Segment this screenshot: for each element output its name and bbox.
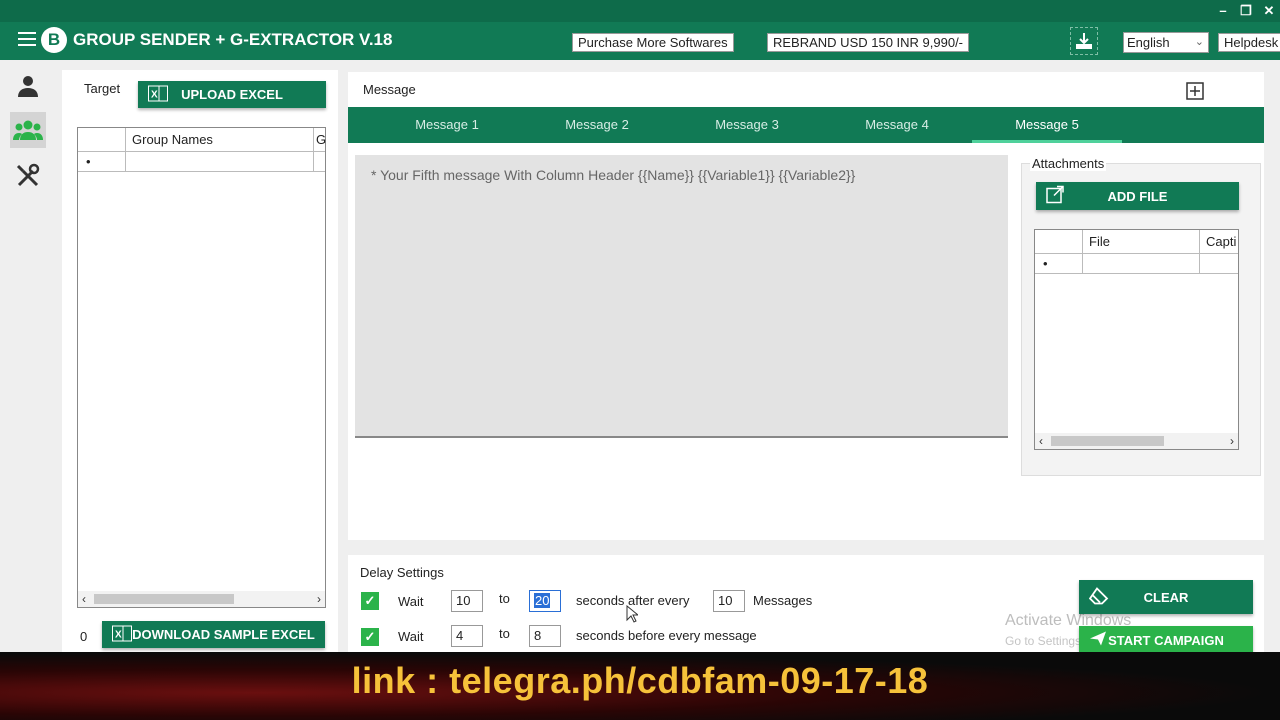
horizontal-scrollbar[interactable]: ‹ › bbox=[1035, 433, 1238, 449]
table-row[interactable]: • bbox=[78, 152, 325, 172]
scroll-right-icon[interactable]: › bbox=[317, 592, 321, 606]
svg-text:X: X bbox=[115, 629, 122, 640]
app-logo: B bbox=[41, 27, 67, 53]
rebrand-button[interactable]: REBRAND USD 150 INR 9,990/- bbox=[767, 33, 970, 52]
tab-message-3[interactable]: Message 3 bbox=[672, 107, 822, 143]
app-title: GROUP SENDER + G-EXTRACTOR V.18 bbox=[73, 30, 393, 49]
download-sample-label: DOWNLOAD SAMPLE EXCEL bbox=[132, 627, 315, 642]
column-header-file[interactable]: File bbox=[1083, 230, 1200, 253]
tab-message-5[interactable]: Message 5 bbox=[972, 107, 1122, 143]
messages-label: Messages bbox=[753, 593, 813, 608]
clear-button[interactable]: CLEAR bbox=[1079, 580, 1253, 614]
external-link-icon bbox=[1046, 185, 1064, 207]
selected-value: 20 bbox=[534, 593, 551, 608]
start-campaign-button[interactable]: START CAMPAIGN bbox=[1079, 626, 1253, 652]
menu-icon[interactable] bbox=[18, 32, 36, 46]
wait-label: Wait bbox=[398, 629, 424, 644]
to-label: to bbox=[499, 626, 510, 641]
eraser-icon bbox=[1088, 587, 1109, 608]
new-row-marker: • bbox=[1035, 254, 1083, 273]
add-file-label: ADD FILE bbox=[1107, 188, 1168, 204]
target-label: Target bbox=[84, 81, 121, 96]
scroll-thumb[interactable] bbox=[1051, 436, 1164, 446]
target-panel: Target X UPLOAD EXCEL Group Names G • ‹ … bbox=[62, 70, 338, 652]
scroll-left-icon[interactable]: ‹ bbox=[82, 592, 86, 606]
sidebar bbox=[0, 60, 56, 650]
language-value: English bbox=[1127, 35, 1170, 50]
add-file-button[interactable]: ADD FILE bbox=[1036, 182, 1239, 210]
clear-label: CLEAR bbox=[1143, 589, 1189, 605]
close-button[interactable]: ✕ bbox=[1260, 3, 1278, 19]
message-textarea[interactable]: * Your Fifth message With Column Header … bbox=[355, 155, 1008, 438]
new-row-marker: • bbox=[78, 152, 126, 171]
delay-row1-checkbox[interactable]: ✓ bbox=[361, 592, 379, 610]
upload-excel-button[interactable]: X UPLOAD EXCEL bbox=[138, 81, 326, 108]
download-tray-icon[interactable] bbox=[1070, 27, 1098, 55]
language-select[interactable]: English ⌄ bbox=[1123, 32, 1209, 53]
banner-link-text[interactable]: link : telegra.ph/cdbfam-09-17-18 bbox=[0, 660, 1280, 702]
delay-row1-to-input[interactable]: 20 bbox=[529, 590, 561, 612]
to-label: to bbox=[499, 591, 510, 606]
start-campaign-label: START CAMPAIGN bbox=[1108, 633, 1224, 648]
purchase-more-button[interactable]: Purchase More Softwares bbox=[572, 33, 734, 52]
delay-row2-to-input[interactable]: 8 bbox=[529, 625, 561, 647]
excel-icon: X bbox=[148, 85, 168, 104]
message-tabs: Message 1 Message 2 Message 3 Message 4 … bbox=[348, 107, 1264, 143]
tab-message-2[interactable]: Message 2 bbox=[522, 107, 672, 143]
helpdesk-button[interactable]: Helpdesk bbox=[1218, 33, 1280, 52]
mouse-cursor-icon bbox=[626, 604, 640, 626]
tab-message-4[interactable]: Message 4 bbox=[822, 107, 972, 143]
group-names-table[interactable]: Group Names G • ‹ › bbox=[77, 127, 326, 608]
table-header: File Capti bbox=[1035, 230, 1238, 254]
attachments-table[interactable]: File Capti • ‹ › bbox=[1034, 229, 1239, 450]
upload-excel-label: UPLOAD EXCEL bbox=[181, 87, 283, 102]
scroll-left-icon[interactable]: ‹ bbox=[1039, 434, 1043, 448]
group-icon[interactable] bbox=[10, 112, 46, 148]
delay-row2-checkbox[interactable]: ✓ bbox=[361, 628, 379, 646]
delay-row2-from-input[interactable]: 4 bbox=[451, 625, 483, 647]
message-label: Message bbox=[363, 82, 416, 97]
attachments-label: Attachments bbox=[1030, 156, 1107, 171]
delay-row1-from-input[interactable]: 10 bbox=[451, 590, 483, 612]
minimize-button[interactable]: – bbox=[1214, 3, 1232, 18]
activate-windows-subtext: Go to Settings bbox=[1005, 634, 1082, 648]
horizontal-scrollbar[interactable]: ‹ › bbox=[78, 591, 325, 607]
column-header-group-names[interactable]: Group Names bbox=[126, 128, 314, 151]
target-count: 0 bbox=[80, 629, 88, 644]
tab-message-1[interactable]: Message 1 bbox=[372, 107, 522, 143]
table-header: Group Names G bbox=[78, 128, 326, 152]
scroll-thumb[interactable] bbox=[94, 594, 234, 604]
svg-text:X: X bbox=[151, 89, 158, 100]
restore-button[interactable]: ❐ bbox=[1237, 3, 1255, 19]
wait-label: Wait bbox=[398, 594, 424, 609]
window-titlebar: – ❐ ✕ bbox=[0, 0, 1280, 22]
add-message-icon[interactable] bbox=[1186, 82, 1204, 103]
scroll-right-icon[interactable]: › bbox=[1230, 434, 1234, 448]
column-header-caption[interactable]: Capti bbox=[1200, 230, 1238, 253]
app-header: B GROUP SENDER + G-EXTRACTOR V.18 Purcha… bbox=[0, 22, 1280, 60]
delay-settings-label: Delay Settings bbox=[360, 565, 444, 580]
send-icon bbox=[1089, 631, 1107, 650]
column-header-cut[interactable]: G bbox=[314, 128, 326, 151]
seconds-before-every-message-label: seconds before every message bbox=[576, 628, 757, 643]
chevron-down-icon: ⌄ bbox=[1194, 36, 1204, 48]
link-banner: link : telegra.ph/cdbfam-09-17-18 bbox=[0, 652, 1280, 720]
user-icon[interactable] bbox=[10, 68, 46, 104]
delay-row1-count-input[interactable]: 10 bbox=[713, 590, 745, 612]
table-row[interactable]: • bbox=[1035, 254, 1238, 274]
excel-icon: X bbox=[112, 625, 132, 644]
download-sample-excel-button[interactable]: X DOWNLOAD SAMPLE EXCEL bbox=[102, 621, 325, 648]
tools-icon[interactable] bbox=[10, 158, 46, 194]
